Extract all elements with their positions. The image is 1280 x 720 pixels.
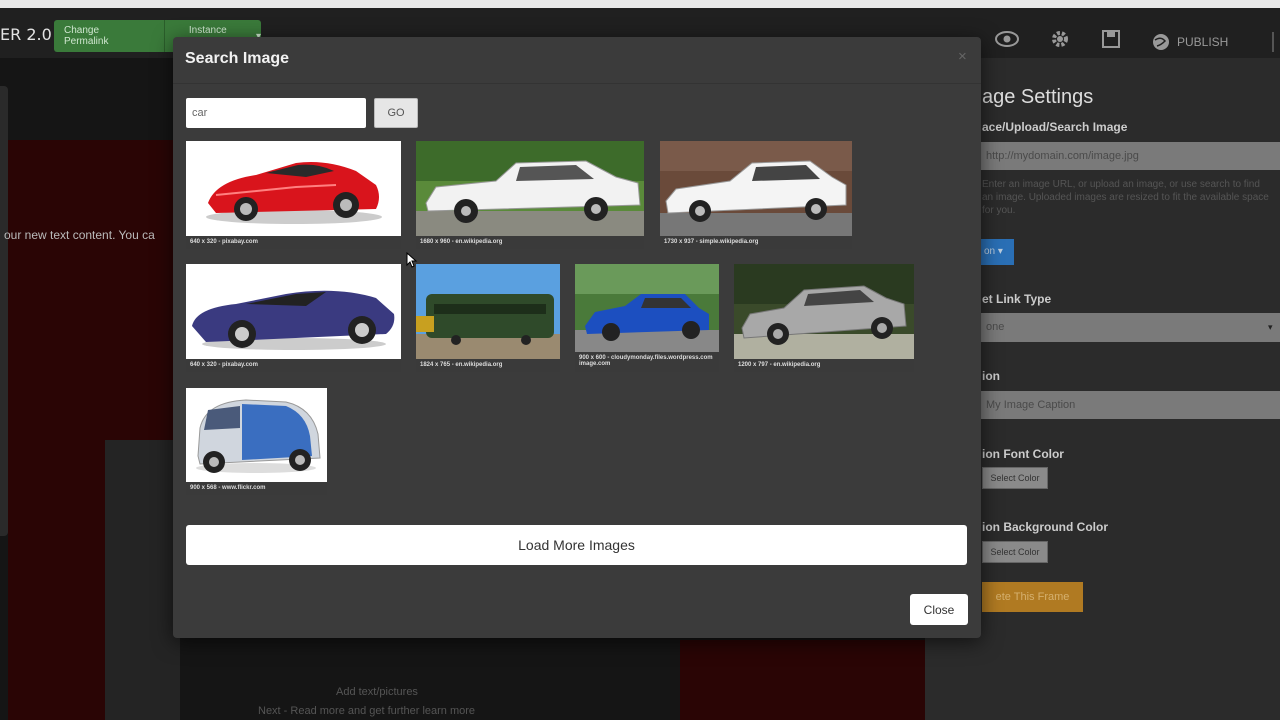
image-result[interactable]: 1824 x 765 - en.wikipedia.org	[416, 264, 560, 372]
image-caption-line2: image.com	[579, 361, 611, 367]
search-input[interactable]	[186, 98, 366, 128]
image-url-input[interactable]: http://mydomain.com/image.jpg	[978, 142, 1280, 170]
button-divider	[163, 20, 165, 52]
panel-title: age Settings	[982, 86, 1094, 108]
smart-car-image	[186, 388, 327, 482]
eye-icon[interactable]	[995, 31, 1019, 52]
canvas-body-text: our new text content. You ca	[4, 228, 155, 242]
blue-convertible-image	[186, 264, 401, 359]
white-sedan-image	[660, 141, 852, 236]
go-button[interactable]: GO	[374, 98, 418, 128]
link-type-label: et Link Type	[982, 292, 1052, 306]
close-button[interactable]: Close	[910, 594, 968, 625]
image-result[interactable]: 1200 x 797 - en.wikipedia.org	[734, 264, 914, 372]
caption-bg-color-label: ion Background Color	[982, 520, 1108, 534]
image-result[interactable]: 900 x 600 - cloudymonday.files.wordpress…	[575, 264, 719, 372]
image-caption: 640 x 320 - pixabay.com	[186, 236, 401, 249]
load-more-images-button[interactable]: Load More Images	[186, 525, 967, 565]
red-sports-car-image	[186, 141, 401, 236]
image-action-button[interactable]: on ▾	[980, 239, 1014, 265]
canvas-red-section-bottom	[680, 640, 925, 720]
nav-icon-group: PUBLISH	[995, 28, 1228, 55]
nav-divider	[1272, 32, 1274, 52]
caption-label: ion	[982, 369, 1000, 383]
delete-frame-button[interactable]: ete This Frame	[982, 582, 1083, 612]
search-image-modal: Search Image × GO 640 x 320 - pixabay.co…	[173, 37, 981, 638]
image-caption: 1680 x 960 - en.wikipedia.org	[416, 236, 644, 249]
close-icon[interactable]: ×	[958, 48, 967, 65]
mouse-cursor-icon	[406, 252, 418, 268]
image-result[interactable]: 1730 x 937 - simple.wikipedia.org	[660, 141, 852, 249]
image-result[interactable]: 1680 x 960 - en.wikipedia.org	[416, 141, 644, 249]
canvas-grey-section	[105, 440, 180, 720]
caption-bg-color-button[interactable]: Select Color	[982, 541, 1048, 563]
image-caption: 900 x 600 - cloudymonday.files.wordpress…	[575, 352, 719, 372]
image-caption: 1824 x 765 - en.wikipedia.org	[416, 359, 560, 372]
publish-button[interactable]: PUBLISH	[1151, 32, 1228, 52]
gear-icon[interactable]	[1049, 28, 1071, 55]
caption-input[interactable]: My Image Caption	[978, 391, 1280, 419]
canvas-footer-text-2: Next - Read more and get further learn m…	[258, 705, 476, 717]
canvas-footer-text: Add text/pictures	[336, 686, 418, 698]
image-caption: 900 x 568 - www.flickr.com	[186, 482, 327, 495]
left-rail	[0, 86, 8, 536]
save-icon[interactable]	[1101, 29, 1121, 54]
blue-sedan-image	[575, 264, 719, 352]
modal-title: Search Image	[185, 50, 290, 67]
link-type-select[interactable]: one	[978, 313, 1280, 342]
globe-icon	[1153, 33, 1169, 50]
image-source-label: ace/Upload/Search Image	[982, 120, 1128, 134]
caption-font-color-button[interactable]: Select Color	[982, 467, 1048, 489]
caption-font-color-label: ion Font Color	[982, 447, 1064, 461]
change-permalink-label: Change Permalink	[64, 25, 109, 47]
railway-car-image	[416, 264, 560, 359]
publish-label: PUBLISH	[1177, 34, 1229, 49]
image-result[interactable]: 640 x 320 - pixabay.com	[186, 141, 401, 249]
image-caption: 1200 x 797 - en.wikipedia.org	[734, 359, 914, 372]
white-lincoln-image	[416, 141, 644, 236]
image-result[interactable]: 640 x 320 - pixabay.com	[186, 264, 401, 372]
app-brand: ER 2.0	[0, 25, 52, 44]
image-help-text: Enter an image URL, or upload an image, …	[982, 179, 1269, 216]
modal-header-divider	[173, 83, 981, 84]
silver-sedan-image	[734, 264, 914, 359]
image-result[interactable]: 900 x 568 - www.flickr.com	[186, 388, 327, 495]
browser-top-strip	[0, 0, 1280, 8]
image-caption: 1730 x 937 - simple.wikipedia.org	[660, 236, 852, 249]
image-caption: 640 x 320 - pixabay.com	[186, 359, 401, 372]
image-action-label: on	[984, 246, 996, 257]
select-caret-icon: ▾	[1268, 322, 1273, 332]
